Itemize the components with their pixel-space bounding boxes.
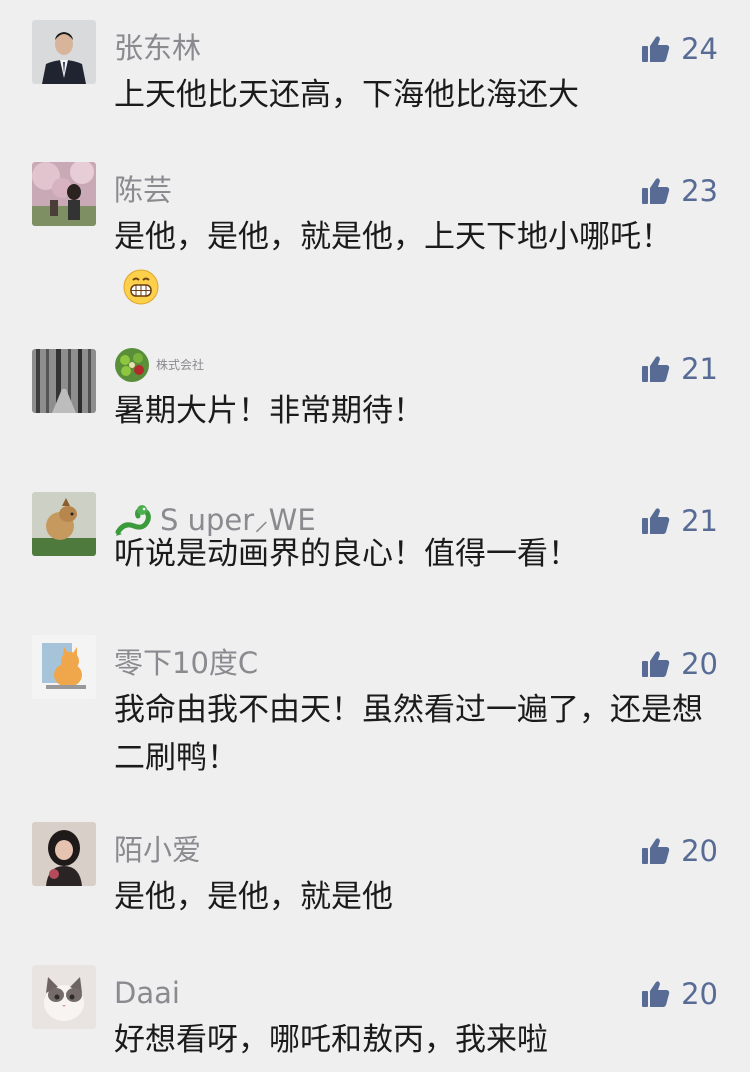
thumbs-up-icon (642, 356, 670, 382)
thumbs-up-icon (642, 36, 670, 62)
user-avatar[interactable] (32, 965, 96, 1029)
like-count: 21 (681, 352, 718, 386)
username[interactable]: 零下10度C (114, 645, 258, 681)
comment-text-content: 是他，是他，就是他，上天下地小哪吒！ (114, 219, 672, 255)
user-avatar[interactable] (32, 635, 96, 699)
user-avatar[interactable] (32, 822, 96, 886)
like-count: 20 (681, 647, 718, 681)
thumbs-up-icon (642, 178, 670, 204)
user-avatar[interactable] (32, 162, 96, 226)
comment-text: 我命由我不由天！虽然看过一遍了，还是想二刷鸭！ (114, 692, 703, 776)
user-avatar[interactable] (32, 349, 96, 413)
like-count: 20 (681, 834, 718, 868)
man-in-suit-avatar-icon (32, 20, 96, 84)
company-logo-icon (115, 348, 149, 382)
like-button[interactable]: 20 (641, 977, 718, 1011)
comment-text: 是他，是他，就是他，上天下地小哪吒！ (114, 213, 704, 309)
like-button[interactable]: 24 (641, 32, 718, 66)
comment-text: 是他，是他，就是他 (114, 879, 393, 915)
user-avatar[interactable] (32, 20, 96, 84)
comment-list: 张东林 24 上天他比天还高，下海他比海还大 陈芸 23 是他，是他，就是他，上… (0, 0, 750, 1072)
username[interactable]: 陌小爱 (114, 832, 201, 868)
cat-cartoon-avatar-icon (32, 635, 96, 699)
like-button[interactable]: 20 (641, 647, 718, 681)
dog-avatar-icon (32, 492, 96, 556)
thumbs-up-icon (642, 981, 670, 1007)
thumbs-up-icon (642, 651, 670, 677)
comment-text: 上天他比天还高，下海他比海还大 (114, 77, 579, 113)
grinning-face-emoji-icon (123, 269, 159, 304)
comment-text: 暑期大片！非常期待！ (114, 393, 424, 429)
like-count: 24 (681, 32, 718, 66)
username[interactable]: 株式会社 (114, 347, 205, 383)
girl-avatar-icon (32, 822, 96, 886)
like-count: 23 (681, 174, 718, 208)
like-button[interactable]: 20 (641, 834, 718, 868)
forest-avatar-icon (32, 349, 96, 413)
kitten-avatar-icon (32, 965, 96, 1029)
like-count: 20 (681, 977, 718, 1011)
user-avatar[interactable] (32, 492, 96, 556)
username[interactable]: Daai (114, 975, 180, 1011)
company-name: 株式会社 (156, 357, 205, 372)
thumbs-up-icon (642, 838, 670, 864)
like-button[interactable]: 21 (641, 352, 718, 386)
comment-text: 听说是动画界的良心！值得一看！ (114, 536, 579, 572)
username[interactable]: 张东林 (114, 30, 201, 66)
comment-text: 好想看呀，哪吒和敖丙，我来啦 (114, 1022, 548, 1058)
username[interactable]: 陈芸 (114, 172, 172, 208)
like-button[interactable]: 23 (641, 174, 718, 208)
woman-blossom-avatar-icon (32, 162, 96, 226)
